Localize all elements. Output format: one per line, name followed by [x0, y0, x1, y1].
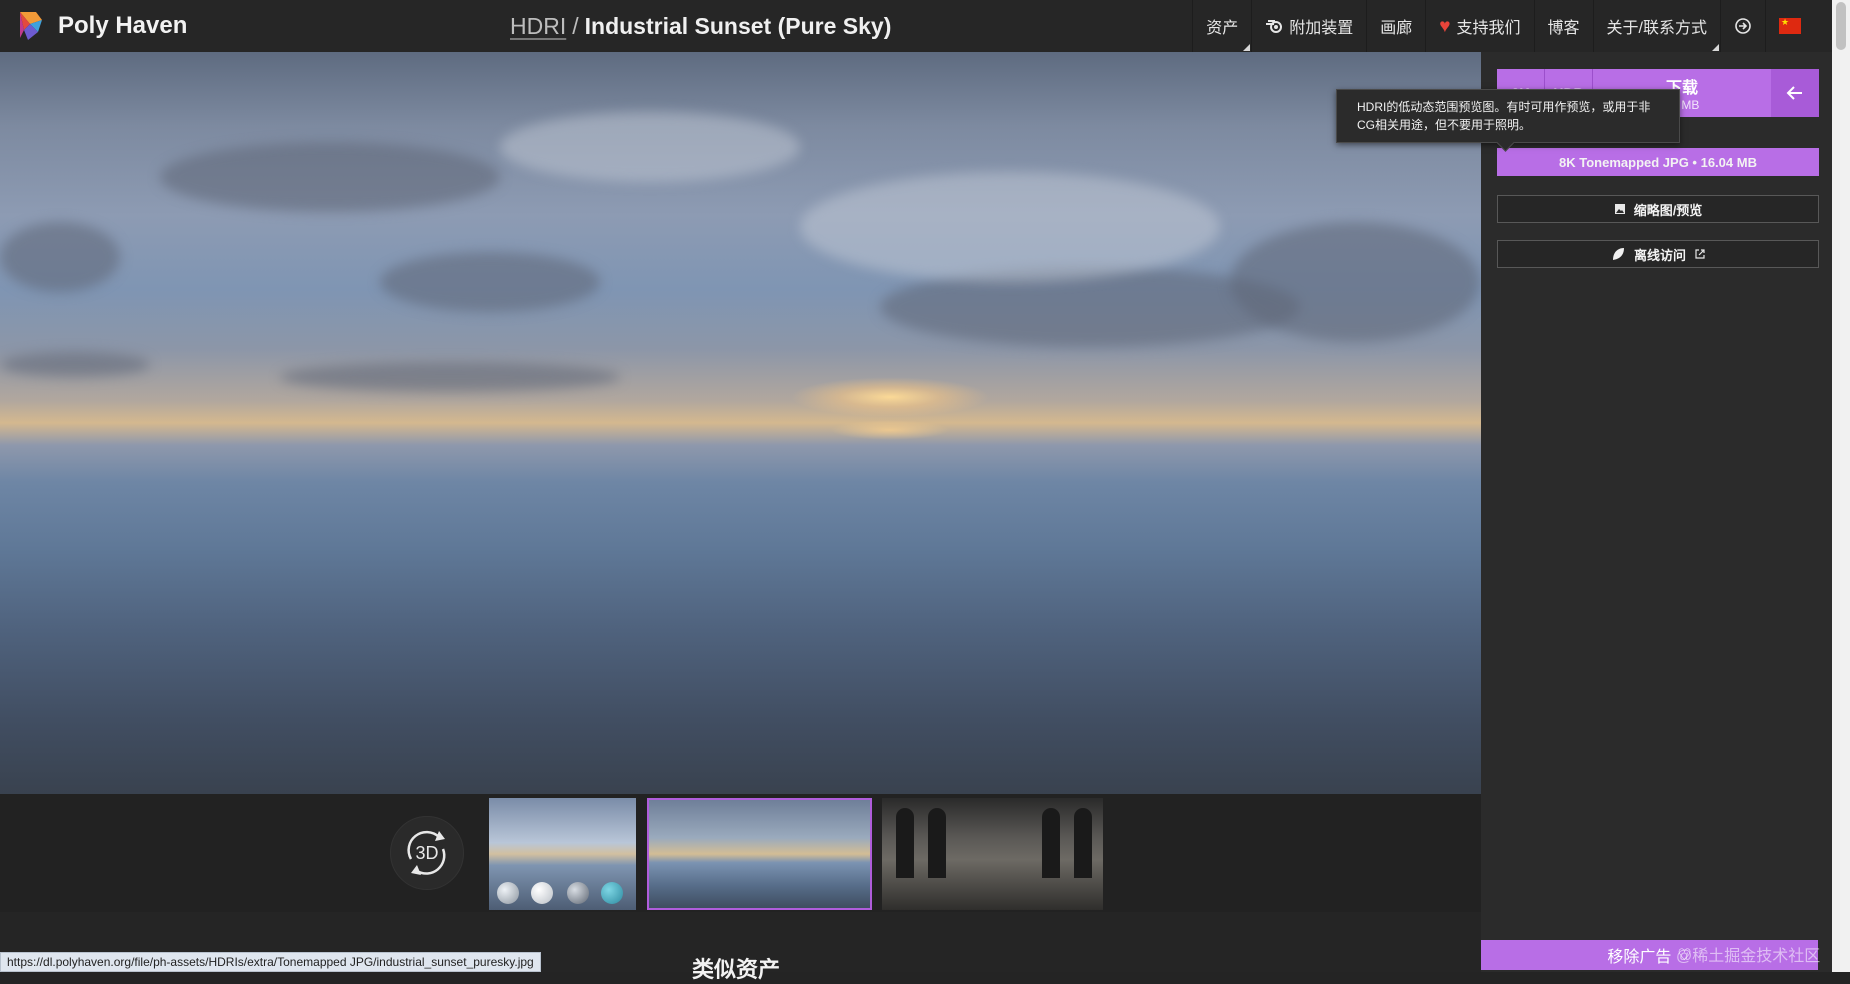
cloud-shape	[280, 362, 620, 392]
thumbnail-spheres-preview[interactable]	[489, 798, 636, 910]
offline-access-label: 离线访问	[1633, 247, 1686, 263]
cloud-shape	[500, 112, 800, 182]
dropdown-corner-icon	[1712, 44, 1719, 51]
chrome-sphere	[497, 882, 519, 904]
sun-glow	[790, 377, 990, 417]
breadcrumb-separator: /	[572, 13, 579, 39]
arch-shape	[896, 808, 914, 878]
breadcrumb-hdri-link[interactable]: HDRI	[510, 13, 566, 39]
thumbnail-interior-preview[interactable]	[882, 798, 1103, 910]
nav-about[interactable]: 关于/联系方式	[1592, 0, 1720, 52]
cloud-shape	[0, 352, 150, 377]
image-icon	[1614, 204, 1625, 214]
breadcrumb: HDRI / Industrial Sunset (Pure Sky)	[510, 13, 891, 40]
nav-support[interactable]: ♥ 支持我们	[1425, 0, 1533, 52]
cloud-shape	[0, 222, 120, 292]
dropdown-corner-icon	[1243, 44, 1251, 51]
nav-gallery[interactable]: 画廊	[1366, 0, 1425, 52]
arch-shape	[928, 808, 946, 878]
main-nav: 资产 附加装置 画廊 ♥ 支持我们 博客 关于/联系方式	[1192, 0, 1814, 52]
language-selector[interactable]	[1765, 0, 1814, 52]
thumbnail-preview-label: 缩略图/预览	[1633, 202, 1703, 218]
nav-about-label: 关于/联系方式	[1606, 20, 1707, 37]
thumbnail-sky-preview-selected[interactable]	[647, 798, 872, 910]
blender-icon	[1266, 20, 1283, 33]
white-sphere	[531, 882, 553, 904]
teal-sphere	[601, 882, 623, 904]
nav-assets[interactable]: 资产	[1192, 0, 1251, 52]
tonemapped-jpg-tooltip: HDRI的低动态范围预览图。有时可用作预览，或用于非CG相关用途，但不要用于照明…	[1336, 89, 1680, 143]
cloud-shape	[1230, 222, 1480, 342]
3d-label: 3D	[415, 843, 438, 863]
arch-shape	[1074, 808, 1092, 878]
tonemapped-jpg-button[interactable]: 8K Tonemapped JPG • 16.04 MB	[1497, 148, 1819, 176]
heart-icon: ♥	[1439, 15, 1451, 37]
nav-blog[interactable]: 博客	[1533, 0, 1593, 52]
thumbnail-preview-button[interactable]: 缩略图/预览	[1497, 195, 1819, 223]
link-status-bar: https://dl.polyhaven.org/file/ph-assets/…	[0, 952, 541, 972]
scrollbar-thumb[interactable]	[1836, 2, 1846, 50]
nav-assets-label: 资产	[1206, 20, 1239, 37]
cloud-shape	[380, 252, 600, 312]
cloud-shape	[800, 172, 1220, 282]
page-scrollbar[interactable]	[1832, 0, 1850, 972]
logo-link[interactable]: Poly Haven	[16, 10, 187, 42]
watermark-text: @稀土掘金技术社区	[1676, 948, 1821, 965]
preview-thumbnail-strip: 3D	[0, 794, 1481, 912]
hdri-preview-viewer[interactable]	[0, 52, 1481, 794]
arch-shape	[1042, 808, 1060, 878]
3d-view-button[interactable]: 3D	[390, 816, 464, 890]
login-button[interactable]	[1720, 0, 1765, 52]
nav-support-label: 支持我们	[1456, 20, 1521, 37]
back-arrow-button[interactable]	[1771, 69, 1819, 117]
tonemapped-jpg-label: 8K Tonemapped JPG • 16.04 MB	[1559, 154, 1757, 170]
offline-access-button[interactable]: 离线访问	[1497, 240, 1819, 268]
nav-blog-label: 博客	[1547, 20, 1580, 37]
poly-haven-logo-icon	[20, 12, 42, 40]
arrow-left-icon	[1786, 86, 1802, 100]
nav-addons-label: 附加装置	[1289, 20, 1354, 37]
external-link-icon	[1695, 249, 1705, 259]
china-flag-icon	[1779, 17, 1801, 34]
remove-ads-label: 移除广告	[1607, 949, 1672, 966]
logo-text: Poly Haven	[58, 12, 188, 39]
asset-sidebar: 2K HDR 下载 34 MB 8K Tonemapped JPG • 16.0…	[1481, 52, 1832, 972]
top-navigation-bar: Poly Haven HDRI / Industrial Sunset (Pure …	[0, 0, 1832, 52]
sun-reflection	[830, 420, 950, 440]
leaf-icon	[1612, 248, 1624, 260]
page-title: Industrial Sunset (Pure Sky)	[584, 13, 892, 39]
rotate-3d-icon: 3D	[407, 830, 446, 875]
login-icon	[1735, 18, 1751, 34]
nav-addons[interactable]: 附加装置	[1251, 0, 1366, 52]
similar-assets-heading: 类似资产	[692, 957, 781, 982]
metal-sphere	[567, 882, 589, 904]
nav-gallery-label: 画廊	[1380, 20, 1413, 37]
cloud-shape	[160, 142, 500, 212]
